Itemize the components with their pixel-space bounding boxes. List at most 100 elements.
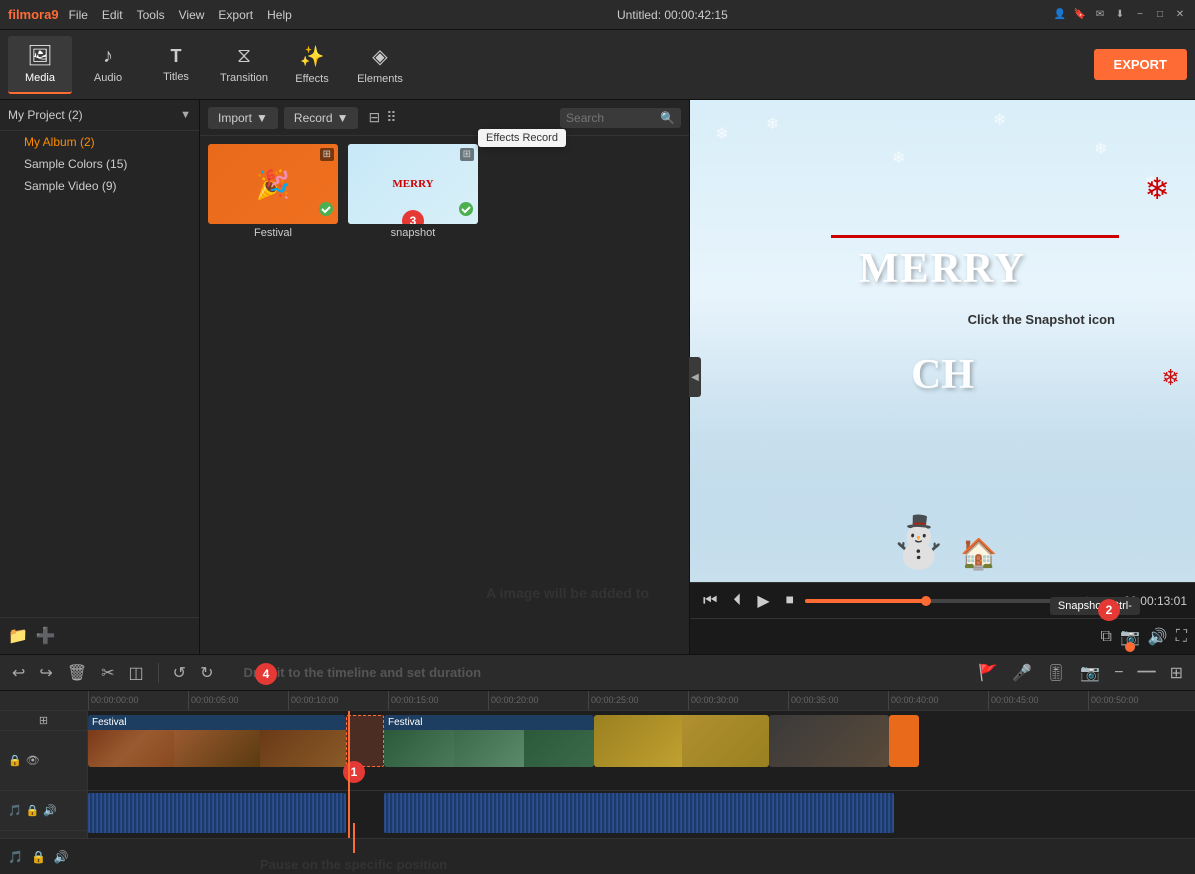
download-icon[interactable]: ⬇ — [1113, 8, 1127, 22]
add-track-icon[interactable]: ⊞ — [39, 714, 48, 727]
speaker-icon[interactable]: 🔊 — [43, 804, 57, 817]
center-panel: Import ▼ Record ▼ ⊟ ⠿ 🔍 Effects Record 🎉 — [200, 100, 690, 654]
preview-tools: ⧉ 📷 Snapshot (Ctrl- 2 🔊 ⛶ — [690, 618, 1195, 654]
list-item[interactable] — [769, 715, 889, 767]
snapshot-button[interactable]: 📷 Snapshot (Ctrl- 2 — [1120, 627, 1140, 647]
pip-button[interactable]: ⧉ — [1101, 628, 1112, 646]
list-item[interactable] — [889, 715, 919, 767]
tab-media[interactable]: 🖼 Media — [8, 36, 72, 94]
rotate-left-button[interactable]: ↺ — [169, 661, 190, 685]
menu-tools[interactable]: Tools — [137, 8, 165, 22]
camera-button[interactable]: 📷 — [1076, 661, 1104, 685]
import-button[interactable]: Import ▼ — [208, 107, 278, 129]
list-item[interactable] — [594, 715, 769, 767]
crop-timeline-button[interactable]: ◫ — [125, 661, 148, 685]
sidebar-item-my-album[interactable]: My Album (2) — [0, 131, 199, 153]
playhead[interactable] — [348, 711, 350, 838]
ruler-mark-10: 00:00:50:00 — [1088, 691, 1188, 710]
app-title: Untitled: 00:00:42:15 — [617, 8, 728, 22]
collapse-panel-button[interactable]: ◀ — [689, 357, 701, 397]
minimize-button[interactable]: − — [1133, 8, 1147, 22]
stop-button[interactable]: ⏹ — [781, 590, 799, 612]
filter-icon[interactable]: ⊟ — [368, 109, 380, 126]
clip-gap — [346, 715, 384, 767]
elements-label: Elements — [357, 73, 403, 85]
grid-icon[interactable]: ⠿ — [386, 109, 396, 126]
bottom-speaker-icon[interactable]: 🔊 — [54, 850, 69, 864]
search-input[interactable] — [566, 111, 656, 125]
export-button[interactable]: EXPORT — [1094, 49, 1187, 80]
minus-button[interactable]: − — [1110, 662, 1127, 684]
lock2-icon[interactable]: 🔒 — [26, 804, 40, 817]
audio-track — [88, 791, 1195, 838]
record-dropdown-icon[interactable]: ▼ — [337, 111, 349, 125]
undo-button[interactable]: ↩ — [8, 661, 29, 685]
step4-badge: 4 — [255, 663, 277, 685]
menu-edit[interactable]: Edit — [102, 8, 123, 22]
delete-button[interactable]: 🗑 — [63, 661, 91, 685]
list-item[interactable]: Festival — [88, 715, 346, 767]
maximize-button[interactable]: □ — [1153, 8, 1167, 22]
media-item-label: Festival — [208, 227, 338, 239]
expand-arrow-icon[interactable]: ▼ — [180, 109, 191, 121]
volume-button[interactable]: 🔊 — [1148, 627, 1168, 647]
list-item[interactable]: Festival — [384, 715, 594, 767]
record-button[interactable]: Record ▼ — [284, 107, 359, 129]
snowflake-icon: ❄ — [1094, 139, 1107, 159]
menu-view[interactable]: View — [179, 8, 205, 22]
marker-button[interactable]: 🚩 — [974, 661, 1002, 685]
list-item[interactable] — [384, 793, 894, 833]
audio-mix-button[interactable]: 🎚 — [1042, 661, 1070, 685]
ruler-mark-5: 00:00:25:00 — [588, 691, 688, 710]
progress-bar[interactable] — [805, 599, 1075, 603]
media-icon: 🖼 — [27, 43, 52, 68]
tab-audio[interactable]: ♪ Audio — [76, 36, 140, 94]
microphone-button[interactable]: 🎤 — [1008, 661, 1036, 685]
sidebar-item-sample-video[interactable]: Sample Video (9) — [0, 175, 199, 197]
user-icon[interactable]: 👤 — [1053, 8, 1067, 22]
import-dropdown-icon[interactable]: ▼ — [256, 111, 268, 125]
cut-button[interactable]: ✂ — [97, 661, 118, 685]
lock-icon[interactable]: 🔒 — [8, 754, 22, 767]
progress-dot — [921, 596, 931, 606]
rotate-right-button[interactable]: ↻ — [196, 661, 217, 685]
decorative-line — [831, 235, 1119, 238]
zoom-slider[interactable]: ━━━ — [1134, 665, 1160, 680]
close-button[interactable]: ✕ — [1173, 8, 1187, 22]
step-back-button[interactable]: ⏴ — [728, 590, 746, 612]
video-track: Festival Festival — [88, 711, 1195, 791]
new-folder-icon[interactable]: 📁 — [8, 626, 28, 646]
menu-file[interactable]: File — [69, 8, 88, 22]
fullscreen-button[interactable]: ⛶ — [1176, 628, 1187, 646]
ruler-marks: 00:00:00:00 00:00:05:00 00:00:10:00 00:0… — [88, 691, 1195, 710]
bookmark-icon[interactable]: 🔖 — [1073, 8, 1087, 22]
tab-effects[interactable]: ✨ Effects — [280, 36, 344, 94]
pause-annotation: Pause on the specific position — [260, 823, 447, 872]
add-media-icon[interactable]: ➕ — [36, 626, 56, 646]
play-button[interactable]: ▶ — [752, 589, 774, 613]
search-icon[interactable]: 🔍 — [660, 111, 675, 125]
list-item[interactable]: MERRY ⊞ 3 snapshot — [348, 144, 478, 239]
track-area: Festival Festival — [88, 711, 1195, 838]
titlebar-left: filmora9 File Edit Tools View Export Hel… — [8, 7, 292, 22]
sidebar-item-sample-colors[interactable]: Sample Colors (15) — [0, 153, 199, 175]
import-label: Import — [218, 111, 252, 125]
bottom-lock-icon[interactable]: 🔒 — [31, 850, 46, 864]
tab-transition[interactable]: ⧖ Transition — [212, 36, 276, 94]
effects-label: Effects — [295, 73, 328, 85]
drag-annotation: Drag it to the timeline and set duration — [243, 665, 481, 680]
skip-back-button[interactable]: ⏮ — [698, 590, 722, 612]
redo-button[interactable]: ↪ — [35, 661, 56, 685]
list-item[interactable]: 🎉 ⊞ Festival — [208, 144, 338, 239]
audio-icon: ♪ — [103, 45, 113, 68]
tab-elements[interactable]: ◈ Elements — [348, 36, 412, 94]
elements-icon: ◈ — [372, 44, 387, 69]
eye-icon[interactable]: 👁 — [26, 754, 40, 767]
tab-titles[interactable]: T Titles — [144, 36, 208, 94]
menu-export[interactable]: Export — [218, 8, 253, 22]
step2-badge: 2 — [1098, 599, 1120, 621]
fit-button[interactable]: ⊞ — [1166, 661, 1187, 685]
mail-icon[interactable]: ✉ — [1093, 8, 1107, 22]
snowflake-icon: ❄ — [766, 114, 779, 134]
menu-help[interactable]: Help — [267, 8, 292, 22]
